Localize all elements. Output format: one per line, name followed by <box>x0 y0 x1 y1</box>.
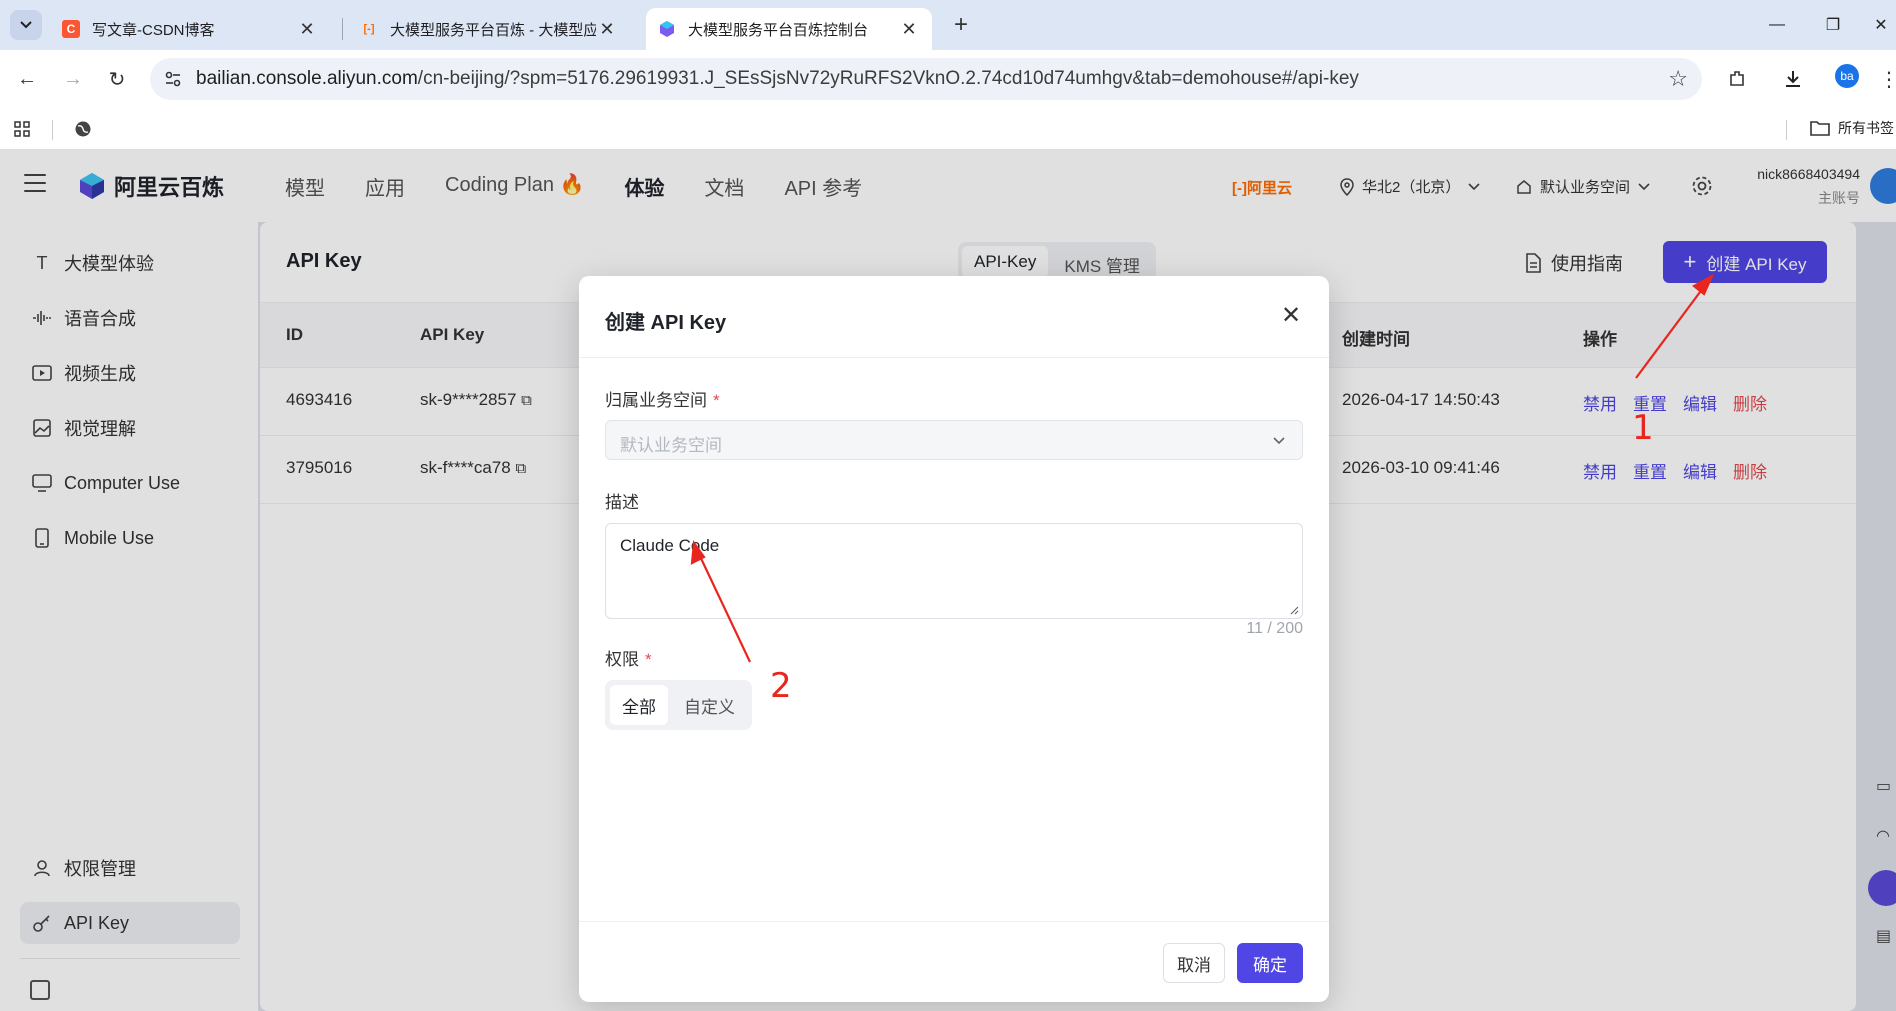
annotation-number-2: 2 <box>770 666 792 706</box>
annotation-number-1: 1 <box>1632 408 1654 448</box>
annotation-arrowhead-1 <box>1692 273 1715 296</box>
annotation-arrow-2 <box>697 551 751 663</box>
annotation-arrow-1 <box>1635 283 1707 379</box>
annotation-arrows <box>690 273 1715 663</box>
